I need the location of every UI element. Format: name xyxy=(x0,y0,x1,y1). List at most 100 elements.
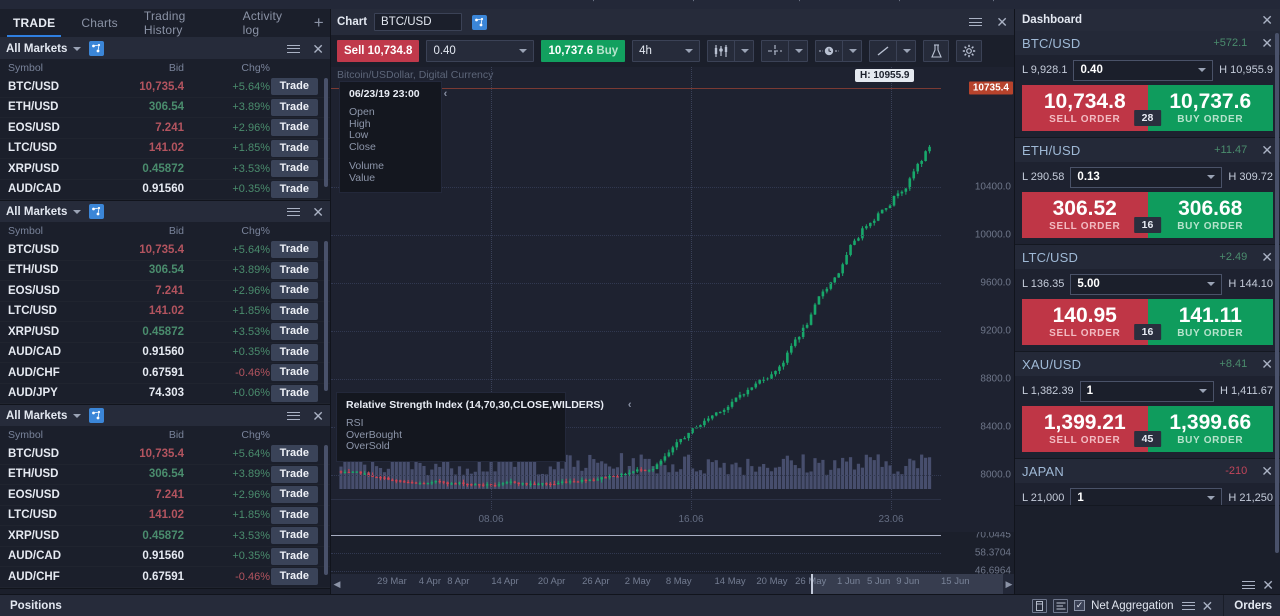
trade-button[interactable]: Trade xyxy=(270,527,318,545)
dashboard-card-close-icon[interactable]: ✕ xyxy=(1261,464,1273,478)
card-volume-select[interactable]: 0.13 xyxy=(1070,166,1223,188)
dashboard-menu-icon[interactable] xyxy=(1242,579,1256,592)
chevron-down-icon[interactable] xyxy=(73,413,82,418)
market-watch-scrollbar[interactable] xyxy=(324,241,328,391)
market-link-badge[interactable] xyxy=(89,41,105,56)
chart-type-group[interactable] xyxy=(707,40,755,62)
market-watch-menu-icon[interactable] xyxy=(287,409,301,422)
indicators-flask-icon[interactable] xyxy=(923,40,950,62)
chart-timeframe-select[interactable]: 4h xyxy=(632,40,701,62)
dashboard-card-close-icon[interactable]: ✕ xyxy=(1261,250,1273,264)
tab-trade[interactable]: TRADE xyxy=(0,9,68,37)
chart-symbol-input[interactable] xyxy=(374,13,463,31)
chart-link-badge[interactable] xyxy=(472,14,488,30)
buy-order-button[interactable]: 141.11 BUY ORDER xyxy=(1147,299,1273,345)
clock-icon[interactable] xyxy=(816,41,842,61)
table-row[interactable]: LTC/USD 141.02 +1.85% Trade xyxy=(0,139,330,159)
chart-sell-button[interactable]: Sell 10,734.8 xyxy=(337,40,420,62)
tab-trading-history[interactable]: Trading History xyxy=(131,9,230,37)
trade-button[interactable]: Trade xyxy=(270,323,318,341)
orders-tab-label[interactable]: Orders xyxy=(1234,600,1272,612)
trade-button[interactable]: Trade xyxy=(270,160,318,178)
dashboard-card-close-icon[interactable]: ✕ xyxy=(1261,143,1273,157)
table-row[interactable]: EOS/USD 7.241 +2.96% Trade xyxy=(0,118,330,139)
chart-horizontal-scrollbar[interactable]: ◀ 15 Jun 9 Jun 5 Jun 1 Jun 26 May 20 May 14 Ma… xyxy=(331,574,1015,594)
tab-activity-log[interactable]: Activity log xyxy=(230,9,308,37)
scroll-left-arrow[interactable]: ◀ xyxy=(331,574,343,594)
trade-button[interactable]: Trade xyxy=(270,78,318,96)
table-row[interactable]: AUD/CHF 0.67591 -0.46% Trade xyxy=(0,363,330,384)
market-link-badge[interactable] xyxy=(89,408,105,423)
buy-order-button[interactable]: 10,737.6 BUY ORDER xyxy=(1147,85,1273,131)
market-watch-menu-icon[interactable] xyxy=(287,205,301,218)
table-row[interactable]: AUD/JPY 74.303 +0.06% Trade xyxy=(0,384,330,404)
trendline-icon[interactable] xyxy=(870,41,896,61)
trade-button[interactable]: Trade xyxy=(270,568,318,586)
card-volume-select[interactable]: 1 xyxy=(1070,487,1223,505)
trade-button[interactable]: Trade xyxy=(270,465,318,483)
dashboard-scrollbar[interactable] xyxy=(1275,33,1279,553)
net-aggregation-checkbox[interactable]: ✓ xyxy=(1074,600,1086,611)
column-layout-icon[interactable] xyxy=(1032,598,1048,613)
table-row[interactable]: EOS/USD 7.241 +2.96% Trade xyxy=(0,281,330,302)
table-row[interactable]: AUD/CHF 0.67591 -0.46% Trade xyxy=(0,567,330,588)
time-tool-dropdown-arrow[interactable] xyxy=(843,41,861,61)
chart-menu-icon[interactable] xyxy=(969,16,983,29)
sell-order-button[interactable]: 10,734.8 SELL ORDER xyxy=(1022,85,1148,131)
chevron-down-icon[interactable] xyxy=(73,46,82,51)
dashboard-card-close-icon[interactable]: ✕ xyxy=(1261,36,1273,50)
market-watch-scrollbar[interactable] xyxy=(324,445,328,575)
market-watch-close-icon[interactable]: ✕ xyxy=(312,409,324,423)
chevron-down-icon[interactable] xyxy=(73,209,82,214)
trade-button[interactable]: Trade xyxy=(270,547,318,565)
trade-button[interactable]: Trade xyxy=(270,282,318,300)
chart-type-dropdown-arrow[interactable] xyxy=(735,41,753,61)
dashboard-panel-close-icon[interactable]: ✕ xyxy=(1262,578,1274,592)
trade-button[interactable]: Trade xyxy=(270,180,318,198)
chart-buy-button[interactable]: 10,737.6 Buy xyxy=(541,40,626,62)
crosshair-group[interactable] xyxy=(761,40,809,62)
trade-button[interactable]: Trade xyxy=(270,119,318,137)
chart-settings-gear-icon[interactable] xyxy=(956,40,983,62)
candlestick-icon[interactable] xyxy=(708,41,734,61)
trade-button[interactable]: Trade xyxy=(270,241,318,259)
trade-button[interactable]: Trade xyxy=(270,506,318,524)
add-tab-icon[interactable]: + xyxy=(307,9,330,37)
tab-charts[interactable]: Charts xyxy=(68,9,131,37)
trade-button[interactable]: Trade xyxy=(270,139,318,157)
trade-button[interactable]: Trade xyxy=(270,364,318,382)
table-row[interactable]: XRP/USD 0.45872 +3.53% Trade xyxy=(0,322,330,343)
buy-order-button[interactable]: 1,399.66 BUY ORDER xyxy=(1147,406,1273,452)
scroll-track[interactable]: 15 Jun 9 Jun 5 Jun 1 Jun 26 May 20 May 14 May 8… xyxy=(343,574,1003,594)
dashboard-card-close-icon[interactable]: ✕ xyxy=(1261,357,1273,371)
table-row[interactable]: ETH/USD 306.54 +3.89% Trade xyxy=(0,465,330,485)
market-watch-close-icon[interactable]: ✕ xyxy=(312,205,324,219)
table-row[interactable]: EOS/USD 7.241 +2.96% Trade xyxy=(0,485,330,506)
trade-button[interactable]: Trade xyxy=(270,98,318,116)
chart-close-icon[interactable]: ✕ xyxy=(996,15,1008,29)
trade-button[interactable]: Trade xyxy=(270,302,318,320)
trade-button[interactable]: Trade xyxy=(270,486,318,504)
trade-button[interactable]: Trade xyxy=(270,445,318,463)
trade-button[interactable]: Trade xyxy=(270,343,318,361)
list-layout-icon[interactable] xyxy=(1053,598,1069,613)
table-row[interactable]: BTC/USD 10,735.4 +5.64% Trade xyxy=(0,240,330,261)
time-tool-group[interactable] xyxy=(815,40,863,62)
collapse-chevron-icon[interactable]: ‹ xyxy=(444,88,448,100)
buy-order-button[interactable]: 306.68 BUY ORDER xyxy=(1147,192,1273,238)
table-row[interactable]: AUD/CAD 0.91560 +0.35% Trade xyxy=(0,343,330,363)
table-row[interactable]: ETH/USD 306.54 +3.89% Trade xyxy=(0,98,330,118)
sell-order-button[interactable]: 140.95 SELL ORDER xyxy=(1022,299,1148,345)
crosshair-icon[interactable] xyxy=(762,41,788,61)
chart-canvas[interactable]: Bitcoin/USDollar, Digital Currency H: 10… xyxy=(331,67,1015,595)
scroll-thumb[interactable] xyxy=(811,574,1003,594)
table-row[interactable]: ETH/USD 306.54 +3.89% Trade xyxy=(0,261,330,281)
card-volume-select[interactable]: 0.40 xyxy=(1073,59,1214,81)
card-volume-select[interactable]: 1 xyxy=(1079,380,1214,402)
positions-tab-label[interactable]: Positions xyxy=(0,600,62,612)
dashboard-close-icon[interactable]: ✕ xyxy=(1261,13,1273,27)
positions-close-icon[interactable]: ✕ xyxy=(1202,599,1214,613)
trade-button[interactable]: Trade xyxy=(270,384,318,402)
card-volume-select[interactable]: 5.00 xyxy=(1070,273,1223,295)
market-watch-scrollbar[interactable] xyxy=(324,78,328,187)
